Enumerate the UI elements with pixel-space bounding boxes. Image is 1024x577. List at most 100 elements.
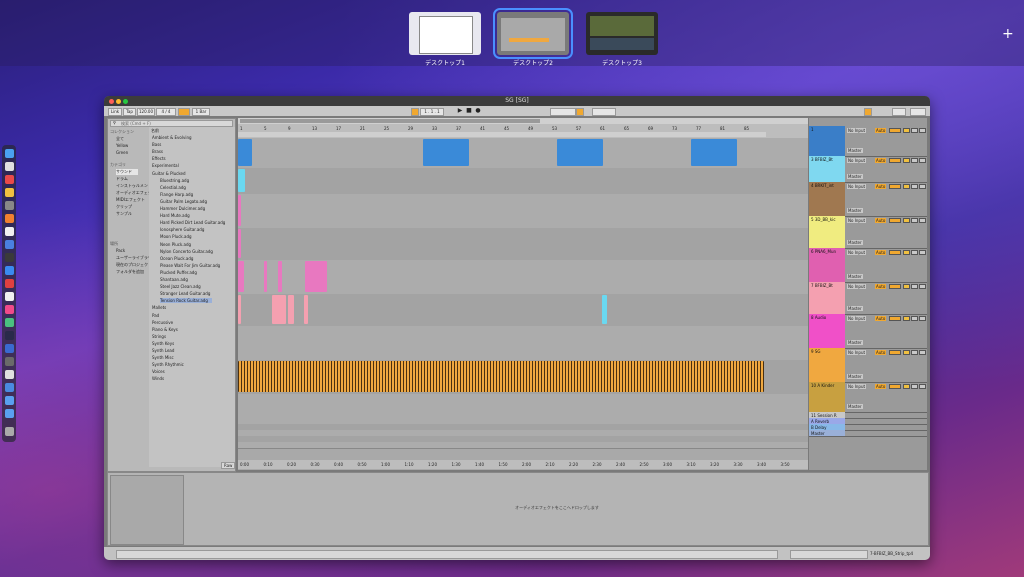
arrangement-track-lane[interactable] bbox=[238, 260, 808, 295]
clip[interactable] bbox=[238, 295, 241, 324]
folder-item[interactable]: Effects bbox=[152, 156, 166, 161]
track-activator[interactable] bbox=[903, 384, 910, 389]
solo-button[interactable] bbox=[911, 350, 918, 355]
folder-item[interactable]: Piano & Keys bbox=[152, 327, 178, 332]
arm-button[interactable] bbox=[919, 128, 926, 133]
arrangement-track-lane[interactable] bbox=[238, 194, 808, 229]
track-activator[interactable] bbox=[903, 218, 910, 223]
device-chooser[interactable] bbox=[110, 475, 184, 545]
folder-item[interactable]: Voices bbox=[152, 369, 165, 374]
overview-window[interactable] bbox=[240, 119, 540, 123]
place-user-library[interactable]: ユーザーライブラリ bbox=[116, 255, 152, 261]
folder-item[interactable]: Experimental bbox=[152, 163, 179, 168]
clip[interactable] bbox=[238, 195, 241, 226]
track-volume[interactable] bbox=[889, 128, 901, 133]
arrangement-track-lane[interactable] bbox=[238, 394, 808, 425]
preset-item[interactable]: Plucked Puffer.adg bbox=[160, 270, 197, 275]
input-type-select[interactable]: No Input bbox=[847, 250, 867, 255]
clip[interactable] bbox=[691, 139, 737, 166]
preset-item[interactable]: Shantaan.adg bbox=[160, 277, 188, 282]
category-midi-effects[interactable]: MIDIエフェクト bbox=[116, 197, 145, 203]
monitor-auto-button[interactable]: Auto bbox=[875, 158, 887, 163]
clip[interactable] bbox=[238, 261, 244, 292]
app-icon-11[interactable] bbox=[5, 279, 14, 288]
input-type-select[interactable]: No Input bbox=[847, 316, 867, 321]
app-icon-8[interactable] bbox=[5, 240, 14, 249]
collection-yellow[interactable]: Yellow bbox=[116, 143, 128, 148]
output-select[interactable]: Master bbox=[847, 208, 863, 213]
collection-green[interactable]: Green bbox=[116, 150, 128, 155]
clip[interactable] bbox=[288, 295, 294, 324]
preset-item[interactable]: Hammer Dulcimer.adg bbox=[160, 206, 205, 211]
stop-button[interactable]: ■ bbox=[466, 108, 472, 114]
clip[interactable] bbox=[423, 139, 469, 166]
folder-item[interactable]: Synth Keys bbox=[152, 341, 174, 346]
solo-button[interactable] bbox=[911, 128, 918, 133]
follow-button[interactable] bbox=[411, 108, 419, 116]
app-icon-19[interactable] bbox=[5, 383, 14, 392]
preset-item[interactable]: Bluestring.adg bbox=[160, 178, 189, 183]
folder-item[interactable]: Pad bbox=[152, 313, 159, 318]
loop-length-field[interactable] bbox=[592, 108, 616, 116]
preview-toggle[interactable]: Raw bbox=[221, 462, 236, 469]
clip[interactable] bbox=[272, 295, 286, 324]
clip[interactable] bbox=[557, 139, 603, 166]
solo-button[interactable] bbox=[911, 384, 918, 389]
track-activator[interactable] bbox=[903, 184, 910, 189]
preset-item[interactable]: Ionosphere Guitar.adg bbox=[160, 227, 204, 232]
clip[interactable] bbox=[238, 229, 241, 258]
loop-brace[interactable] bbox=[238, 132, 766, 137]
app-icon-12[interactable] bbox=[5, 292, 14, 301]
category-instruments[interactable]: インストゥルメント bbox=[116, 183, 152, 189]
folder-item[interactable]: Strings bbox=[152, 334, 166, 339]
track-name[interactable]: 10 A Kinder bbox=[809, 382, 845, 412]
track-name[interactable]: 4 BRKIT_int bbox=[809, 182, 845, 216]
trash-icon[interactable] bbox=[5, 427, 14, 436]
launchpad-icon[interactable] bbox=[5, 162, 14, 171]
track-activator[interactable] bbox=[903, 284, 910, 289]
place-add-folder[interactable]: フォルダを追加 bbox=[116, 269, 144, 275]
preset-item[interactable]: Hard Picked Dirt Lead Guitar.adg bbox=[160, 220, 225, 225]
track-volume[interactable] bbox=[889, 384, 901, 389]
track-volume[interactable] bbox=[889, 284, 901, 289]
track-activator[interactable] bbox=[903, 128, 910, 133]
track-header[interactable]: Master bbox=[809, 430, 927, 437]
name-column-header[interactable]: 名前 bbox=[151, 128, 159, 134]
place-current-project[interactable]: 現在のプロジェクト bbox=[116, 262, 152, 268]
track-name[interactable]: 6 PNA6_Mun bbox=[809, 248, 845, 282]
track-name[interactable]: 9 SG bbox=[809, 348, 845, 382]
track-activator[interactable] bbox=[903, 158, 910, 163]
track-name[interactable]: 1 bbox=[809, 126, 845, 156]
folder-item[interactable]: Winds bbox=[152, 376, 164, 381]
track-volume[interactable] bbox=[889, 184, 901, 189]
preset-item[interactable]: Celestial.adg bbox=[160, 185, 186, 190]
clip[interactable] bbox=[602, 295, 607, 324]
folder-item[interactable]: Mallets bbox=[152, 305, 166, 310]
loop-start-field[interactable] bbox=[550, 108, 576, 116]
app-icon-15[interactable] bbox=[5, 331, 14, 340]
preset-item[interactable]: Nylon Concerto Guitar.adg bbox=[160, 249, 213, 254]
track-header[interactable]: 10 A Kinder No Input Auto Master bbox=[809, 382, 927, 413]
output-select[interactable]: Master bbox=[847, 340, 863, 345]
app-icon-7[interactable] bbox=[5, 227, 14, 236]
tap-button[interactable]: Tap bbox=[123, 108, 136, 116]
track-name[interactable]: 8 Audio bbox=[809, 314, 845, 348]
solo-button[interactable] bbox=[911, 284, 918, 289]
input-type-select[interactable]: No Input bbox=[847, 128, 867, 133]
track-volume[interactable] bbox=[889, 158, 901, 163]
app-icon-16[interactable] bbox=[5, 344, 14, 353]
preset-item[interactable]: Please Wait For Jim Guitar.adg bbox=[160, 263, 220, 268]
input-type-select[interactable]: No Input bbox=[847, 218, 867, 223]
track-volume[interactable] bbox=[889, 350, 901, 355]
folder-icon[interactable] bbox=[5, 396, 14, 405]
solo-button[interactable] bbox=[911, 316, 918, 321]
output-select[interactable]: Master bbox=[847, 174, 863, 179]
monitor-auto-button[interactable]: Auto bbox=[875, 316, 887, 321]
arm-button[interactable] bbox=[919, 158, 926, 163]
quantize-select[interactable]: 1 Bar bbox=[192, 108, 210, 116]
folder-item[interactable]: Ambient & Evolving bbox=[152, 135, 192, 140]
arrangement-track-lane[interactable] bbox=[238, 228, 808, 261]
solo-button[interactable] bbox=[911, 184, 918, 189]
solo-button[interactable] bbox=[911, 250, 918, 255]
arm-button[interactable] bbox=[919, 250, 926, 255]
